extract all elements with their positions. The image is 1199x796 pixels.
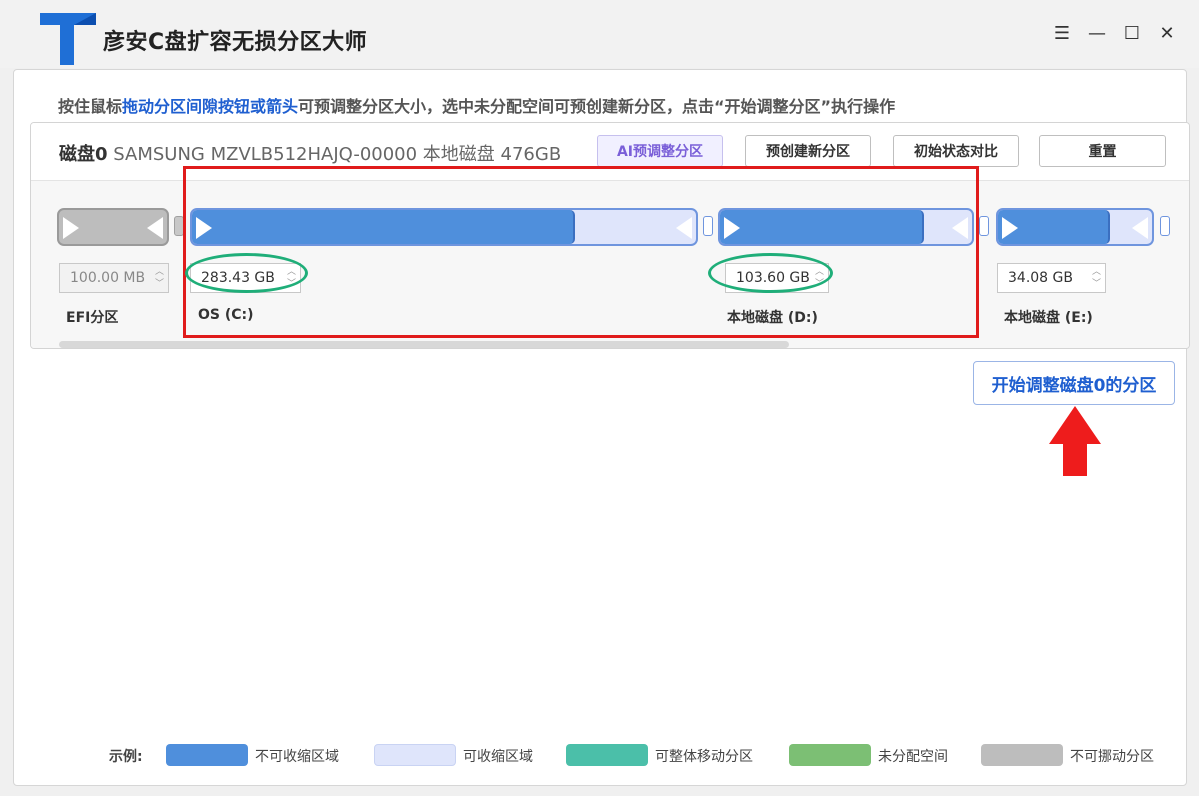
compare-initial-button[interactable]: 初始状态对比 bbox=[893, 135, 1019, 167]
instruction-part2: 可预调整分区大小，选中未分配空间可预创建新分区，点击“开始调整分区”执行操作 bbox=[298, 97, 896, 116]
legend-swatch-movable bbox=[566, 744, 648, 766]
start-adjust-button[interactable]: 开始调整磁盘0的分区 bbox=[973, 361, 1175, 405]
efi-size: 100.00 MB bbox=[70, 270, 146, 286]
efi-partition-bar bbox=[57, 208, 169, 246]
minimize-button[interactable]: — bbox=[1084, 20, 1110, 46]
legend-text-unmovable: 不可挪动分区 bbox=[1070, 749, 1154, 765]
app-title: 彦安C盘扩容无损分区大师 bbox=[103, 30, 368, 55]
e-size-input[interactable]: 34.08 GB ︿ ﹀ bbox=[997, 263, 1106, 293]
left-arrow-handle-icon bbox=[63, 217, 79, 239]
legend-swatch-unshrinkable bbox=[166, 744, 248, 766]
gap-handle[interactable] bbox=[1160, 216, 1170, 236]
close-button[interactable]: ✕ bbox=[1154, 20, 1180, 46]
highlight-box-annotation bbox=[183, 166, 979, 338]
disk-name: 磁盘0 bbox=[59, 144, 108, 165]
instruction-text: 按住鼠标拖动分区间隙按钮或箭头可预调整分区大小，选中未分配空间可预创建新分区，点… bbox=[58, 93, 895, 117]
e-partition-name: 本地磁盘 (E:) bbox=[1004, 310, 1093, 326]
legend-text-unallocated: 未分配空间 bbox=[878, 749, 948, 765]
right-arrow-handle-icon[interactable] bbox=[1132, 217, 1148, 239]
e-partition-bar[interactable] bbox=[996, 208, 1154, 246]
instruction-highlight: 拖动分区间隙按钮或箭头 bbox=[122, 97, 299, 116]
gap-handle[interactable] bbox=[979, 216, 989, 236]
spinner-icon: ︿ ﹀ bbox=[154, 267, 164, 289]
disk-info: SAMSUNG MZVLB512HAJQ-00000 本地磁盘 476GB bbox=[107, 144, 562, 165]
legend-text-movable: 可整体移动分区 bbox=[655, 749, 753, 765]
legend-text-shrinkable: 可收缩区域 bbox=[463, 749, 533, 765]
legend-label: 示例: bbox=[109, 749, 143, 765]
precreate-partition-button[interactable]: 预创建新分区 bbox=[745, 135, 871, 167]
spinner-icon[interactable]: ︿ ﹀ bbox=[1092, 266, 1101, 290]
efi-size-input: 100.00 MB ︿ ﹀ bbox=[59, 263, 169, 293]
right-arrow-handle-icon bbox=[147, 217, 163, 239]
menu-icon[interactable]: ☰ bbox=[1049, 20, 1075, 46]
legend-text-unshrinkable: 不可收缩区域 bbox=[255, 749, 339, 765]
legend-swatch-unmovable bbox=[981, 744, 1063, 766]
title-bar: 彦安C盘扩容无损分区大师 ☰ — ☐ ✕ bbox=[0, 0, 1199, 68]
maximize-button[interactable]: ☐ bbox=[1119, 20, 1145, 46]
e-size: 34.08 GB bbox=[1008, 270, 1073, 286]
app-logo-icon bbox=[40, 13, 96, 65]
left-arrow-handle-icon[interactable] bbox=[1002, 217, 1018, 239]
disk-label: 磁盘0 SAMSUNG MZVLB512HAJQ-00000 本地磁盘 476G… bbox=[59, 140, 561, 166]
legend-swatch-unallocated bbox=[789, 744, 871, 766]
instruction-part1: 按住鼠标 bbox=[58, 97, 123, 116]
efi-partition-name: EFI分区 bbox=[66, 310, 119, 326]
horizontal-scrollbar[interactable] bbox=[59, 341, 789, 348]
reset-button[interactable]: 重置 bbox=[1039, 135, 1166, 167]
c-size-highlight-annotation bbox=[185, 253, 308, 293]
ai-adjust-button[interactable]: AI预调整分区 bbox=[597, 135, 723, 167]
d-size-highlight-annotation bbox=[708, 253, 833, 293]
legend-swatch-shrinkable bbox=[374, 744, 456, 766]
red-up-arrow-icon bbox=[1049, 406, 1101, 476]
